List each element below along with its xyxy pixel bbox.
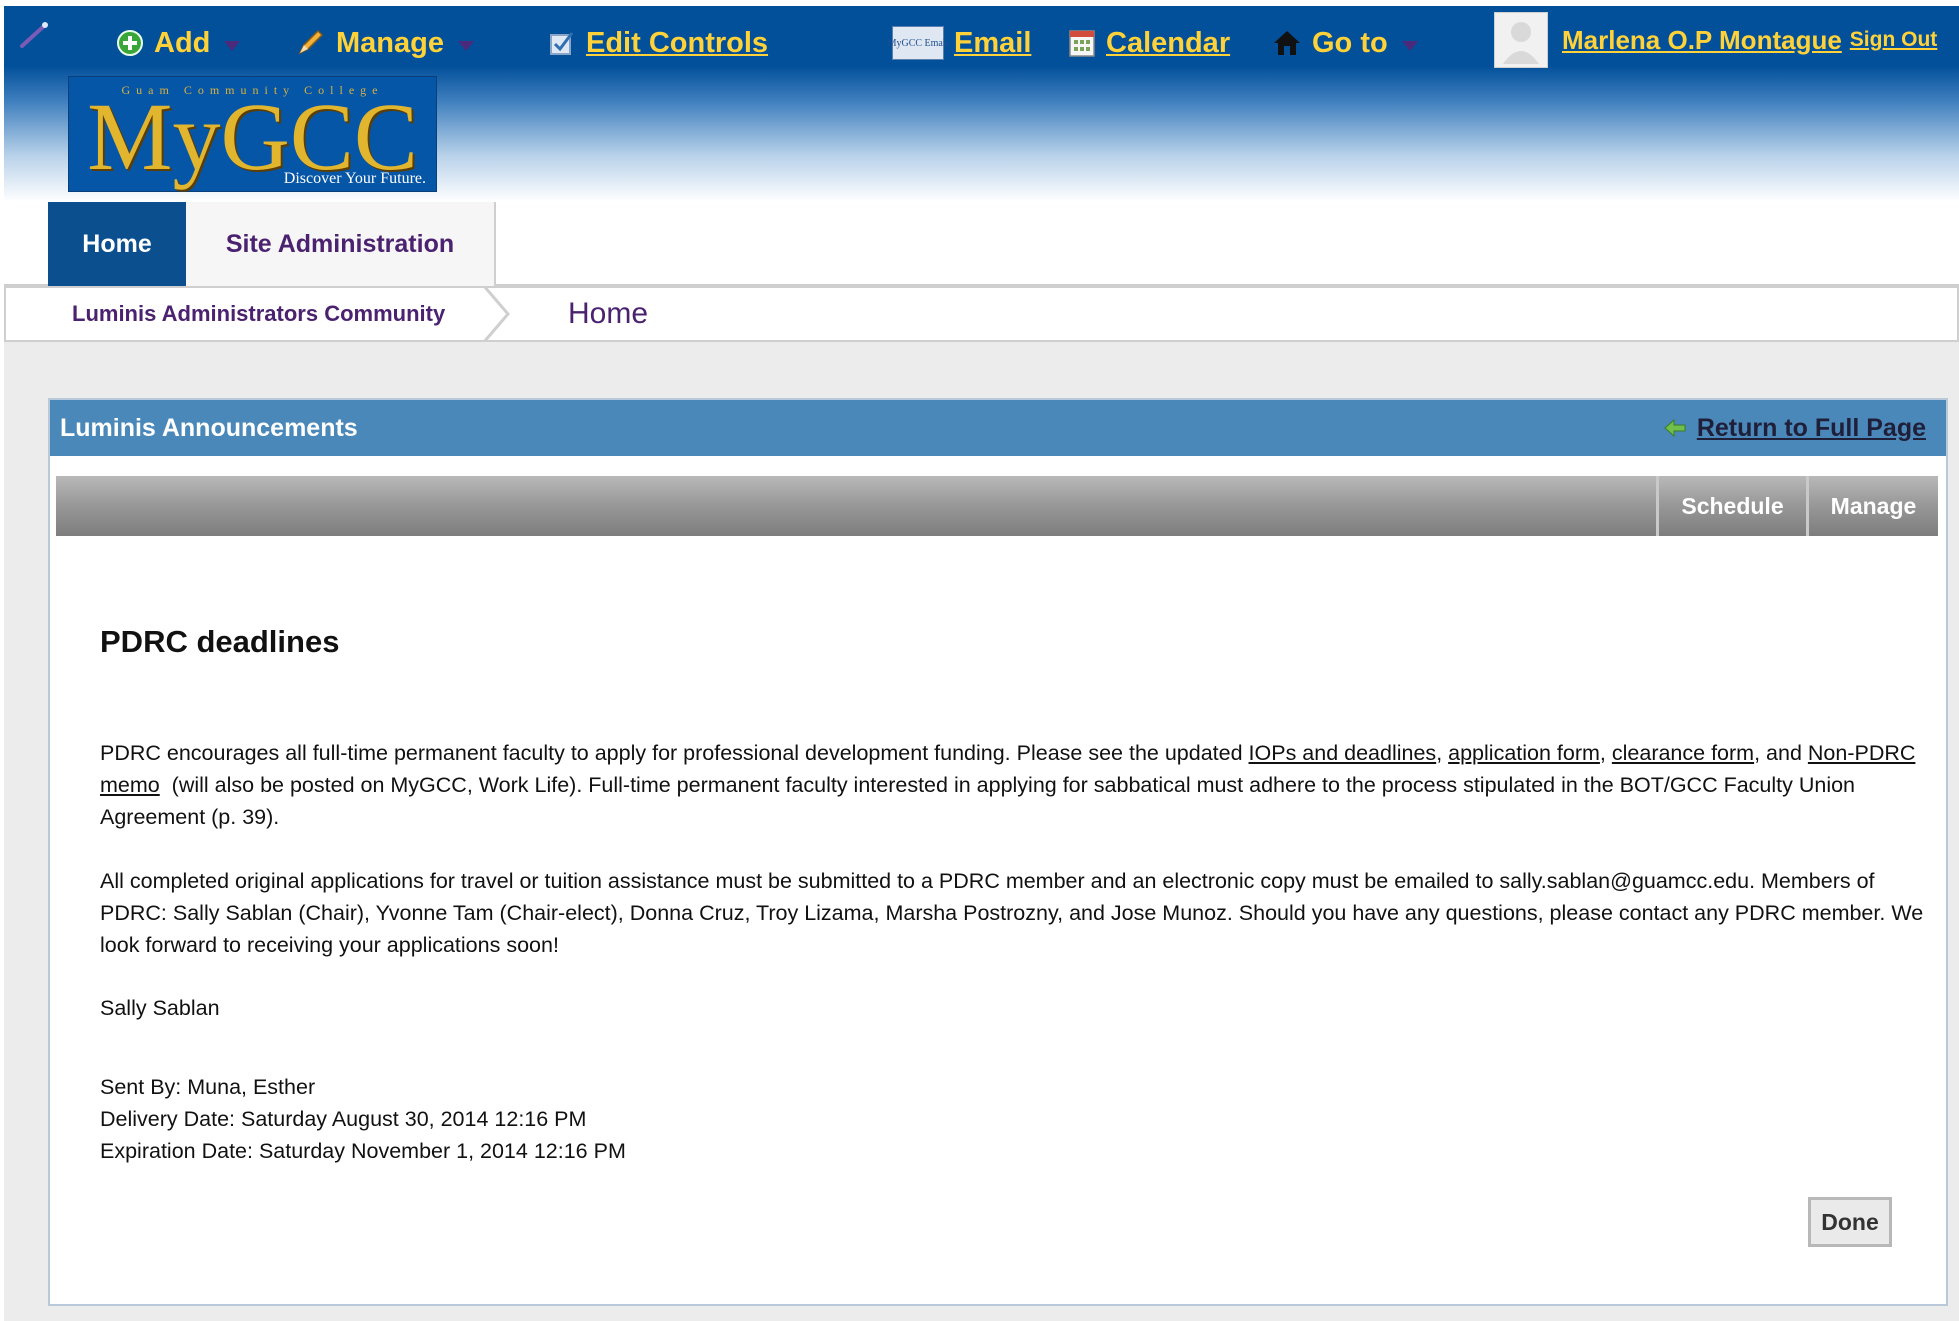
p1-intro: PDRC encourages all full-time permanent … bbox=[100, 741, 1249, 765]
calendar-link[interactable]: Calendar bbox=[1068, 20, 1230, 66]
email-link[interactable]: MyGCC Email Email bbox=[888, 20, 1032, 66]
pencil-icon bbox=[294, 27, 326, 59]
p1-sep1: , bbox=[1436, 741, 1449, 765]
delivery-date: Delivery Date: Saturday August 30, 2014 … bbox=[100, 1107, 587, 1131]
chevron-down-icon bbox=[1401, 41, 1418, 51]
return-label: Return to Full Page bbox=[1696, 413, 1926, 442]
avatar[interactable] bbox=[1494, 12, 1548, 68]
edit-controls-link[interactable]: Edit Controls bbox=[548, 20, 768, 66]
calendar-label: Calendar bbox=[1106, 26, 1231, 59]
chevron-down-icon bbox=[224, 41, 241, 51]
announcement-content: PDRC deadlines PDRC encourages all full-… bbox=[100, 624, 1930, 1167]
mygcc-logo[interactable]: Guam Community College MyGCC Discover Yo… bbox=[68, 76, 437, 192]
edit-controls-label: Edit Controls bbox=[586, 26, 769, 59]
return-to-full-page[interactable]: Return to Full Page bbox=[1663, 400, 1926, 456]
goto-label: Go to bbox=[1312, 26, 1388, 59]
manage-menu[interactable]: Manage bbox=[294, 20, 474, 66]
wand-icon[interactable] bbox=[18, 12, 52, 58]
panel-title: Luminis Announcements bbox=[60, 413, 358, 442]
manage-label: Manage bbox=[336, 26, 444, 59]
sent-by: Sent By: Muna, Esther bbox=[100, 1075, 316, 1099]
application-form-link[interactable]: application form bbox=[1448, 741, 1600, 765]
p1-rest: (will also be posted on MyGCC, Work Life… bbox=[100, 773, 1860, 829]
breadcrumb-community[interactable]: Luminis Administrators Community bbox=[72, 288, 445, 340]
email-label: Email bbox=[954, 26, 1032, 59]
announcement-title: PDRC deadlines bbox=[100, 624, 340, 659]
user-name-link[interactable]: Marlena O.P Montague bbox=[1562, 25, 1842, 56]
announcement-meta: Sent By: Muna, Esther Delivery Date: Sat… bbox=[100, 1071, 1930, 1167]
logo-slogan: Discover Your Future. bbox=[283, 170, 426, 187]
announcements-panel: Luminis Announcements Return to Full Pag… bbox=[48, 398, 1948, 1306]
breadcrumb-current: Home bbox=[568, 297, 649, 330]
p1-sep2: , bbox=[1599, 741, 1612, 765]
home-icon bbox=[1272, 29, 1302, 57]
calendar-icon bbox=[1068, 28, 1096, 58]
p1-sep3: , and bbox=[1754, 741, 1808, 765]
done-button[interactable]: Done bbox=[1808, 1197, 1892, 1247]
user-menu: Marlena O.P Montague Sign Out bbox=[1494, 12, 1937, 68]
add-menu[interactable]: Add bbox=[116, 20, 241, 66]
panel-toolbar: Schedule Manage bbox=[56, 476, 1938, 536]
add-label: Add bbox=[154, 26, 211, 59]
announcement-paragraph-1: PDRC encourages all full-time permanent … bbox=[100, 737, 1930, 833]
announcement-paragraph-2: All completed original applications for … bbox=[100, 869, 1924, 957]
back-arrow-icon bbox=[1663, 418, 1687, 438]
announcement-signature: Sally Sablan bbox=[100, 996, 220, 1020]
iops-deadlines-link[interactable]: IOPs and deadlines bbox=[1249, 741, 1437, 765]
manage-button[interactable]: Manage bbox=[1806, 476, 1938, 536]
add-icon bbox=[116, 29, 144, 57]
checkbox-edit-icon bbox=[548, 29, 576, 57]
panel-header: Luminis Announcements Return to Full Pag… bbox=[50, 400, 1946, 456]
email-icon-text: MyGCC Email bbox=[887, 37, 949, 49]
breadcrumb: Luminis Administrators Community Home bbox=[4, 286, 1959, 342]
clearance-form-link[interactable]: clearance form bbox=[1612, 741, 1754, 765]
main-tabs: Home Site Administration bbox=[4, 202, 1959, 286]
tab-home[interactable]: Home bbox=[48, 202, 186, 286]
expiration-date: Expiration Date: Saturday November 1, 20… bbox=[100, 1139, 626, 1163]
breadcrumb-separator-icon bbox=[482, 286, 510, 342]
schedule-button[interactable]: Schedule bbox=[1656, 476, 1806, 536]
tab-site-administration[interactable]: Site Administration bbox=[186, 202, 496, 286]
goto-menu[interactable]: Go to bbox=[1272, 20, 1418, 66]
email-icon: MyGCC Email bbox=[888, 26, 948, 60]
sign-out-link[interactable]: Sign Out bbox=[1850, 28, 1938, 52]
chevron-down-icon bbox=[457, 41, 474, 51]
